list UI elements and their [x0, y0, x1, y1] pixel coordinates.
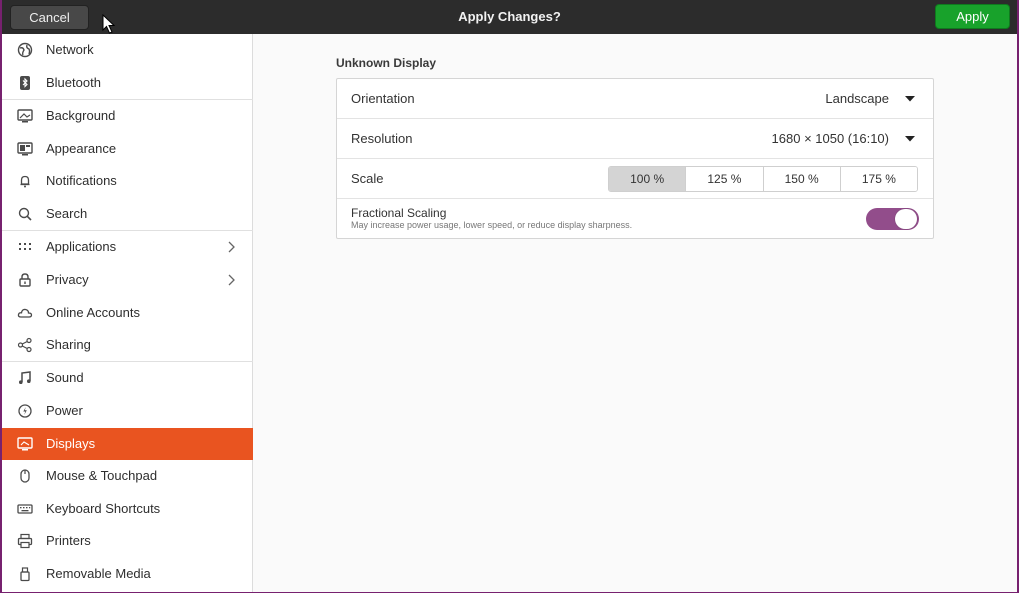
- sidebar-item-label: Appearance: [46, 141, 117, 156]
- settings-window: Apply Changes? Cancel Apply Network Blue…: [2, 0, 1017, 592]
- network-icon: [17, 42, 33, 58]
- display-name-heading: Unknown Display: [336, 56, 437, 70]
- cloud-icon: [17, 308, 33, 318]
- sidebar: Network Bluetooth Background Appearance …: [2, 34, 253, 592]
- sidebar-item-keyboard-shortcuts[interactable]: Keyboard Shortcuts: [2, 493, 253, 525]
- display-settings-list: Orientation Landscape Resolution 1680 × …: [336, 78, 934, 239]
- sidebar-item-network[interactable]: Network: [2, 34, 253, 66]
- sidebar-item-label: Sharing: [46, 337, 91, 352]
- scale-option-175[interactable]: 175 %: [840, 167, 917, 191]
- sidebar-item-label: Printers: [46, 533, 91, 548]
- sidebar-item-printers[interactable]: Printers: [2, 525, 253, 557]
- sidebar-item-label: Bluetooth: [46, 75, 101, 90]
- scale-option-150[interactable]: 150 %: [763, 167, 841, 191]
- power-icon: [18, 404, 32, 418]
- sidebar-item-privacy[interactable]: Privacy: [2, 264, 253, 296]
- sidebar-item-label: Keyboard Shortcuts: [46, 501, 161, 516]
- fractional-scaling-title: Fractional Scaling: [351, 206, 447, 220]
- resolution-row[interactable]: Resolution 1680 × 1050 (16:10): [337, 119, 933, 159]
- sidebar-item-background[interactable]: Background: [2, 100, 253, 132]
- chevron-right-icon: [228, 241, 235, 253]
- dialog-title: Apply Changes?: [458, 9, 561, 24]
- sidebar-item-label: Privacy: [46, 272, 89, 287]
- bell-icon: [20, 175, 30, 188]
- sidebar-item-label: Online Accounts: [46, 305, 140, 320]
- background-icon: [17, 109, 33, 123]
- sidebar-item-label: Removable Media: [46, 566, 151, 581]
- music-note-icon: [19, 371, 31, 384]
- mouse-pointer-icon: [102, 14, 116, 34]
- sidebar-item-label: Power: [46, 403, 83, 418]
- sidebar-item-label: Notifications: [46, 173, 117, 188]
- orientation-label: Orientation: [351, 91, 415, 106]
- sidebar-item-label: Search: [46, 206, 88, 221]
- cancel-button[interactable]: Cancel: [10, 5, 89, 30]
- displays-panel: Unknown Display Orientation Landscape Re…: [254, 34, 1017, 592]
- chevron-right-icon: [228, 274, 235, 286]
- sidebar-item-notifications[interactable]: Notifications: [2, 165, 253, 197]
- keyboard-icon: [17, 504, 33, 514]
- display-icon: [17, 437, 33, 451]
- sidebar-item-bluetooth[interactable]: Bluetooth: [2, 67, 253, 99]
- sidebar-item-search[interactable]: Search: [2, 198, 253, 230]
- scale-row: Scale 100 % 125 % 150 % 175 %: [337, 159, 933, 199]
- sidebar-item-appearance[interactable]: Appearance: [2, 133, 253, 165]
- search-icon: [18, 207, 32, 221]
- resolution-value[interactable]: 1680 × 1050 (16:10): [772, 119, 889, 159]
- printer-icon: [17, 533, 33, 549]
- orientation-value[interactable]: Landscape: [825, 79, 889, 119]
- dropdown-arrow-icon[interactable]: [905, 96, 915, 102]
- fractional-scaling-toggle[interactable]: [866, 208, 919, 230]
- sidebar-item-label: Mouse & Touchpad: [46, 468, 158, 483]
- sidebar-item-label: Displays: [46, 436, 96, 451]
- sidebar-item-power[interactable]: Power: [2, 395, 253, 427]
- removable-media-icon: [20, 567, 30, 582]
- sidebar-item-sharing[interactable]: Sharing: [2, 329, 253, 361]
- sidebar-item-label: Applications: [46, 239, 117, 254]
- scale-option-125[interactable]: 125 %: [686, 167, 764, 191]
- bluetooth-icon: [20, 76, 30, 90]
- lock-icon: [19, 273, 31, 287]
- scale-label: Scale: [351, 171, 384, 186]
- mouse-icon: [20, 469, 30, 483]
- toggle-knob: [895, 209, 917, 229]
- dropdown-arrow-icon[interactable]: [905, 136, 915, 142]
- sidebar-item-label: Background: [46, 108, 116, 123]
- sidebar-item-mouse-touchpad[interactable]: Mouse & Touchpad: [2, 460, 253, 492]
- sidebar-item-removable-media[interactable]: Removable Media: [2, 558, 253, 590]
- sidebar-item-online-accounts[interactable]: Online Accounts: [2, 297, 253, 329]
- scale-option-100[interactable]: 100 %: [609, 167, 687, 191]
- fractional-scaling-row: Fractional Scaling May increase power us…: [337, 199, 933, 239]
- sidebar-item-displays[interactable]: Displays: [2, 428, 253, 460]
- orientation-row[interactable]: Orientation Landscape: [337, 79, 933, 119]
- sidebar-item-sound[interactable]: Sound: [2, 362, 253, 394]
- sidebar-item-label: Network: [46, 42, 94, 57]
- apply-button[interactable]: Apply: [935, 4, 1010, 29]
- sidebar-item-label: Sound: [46, 370, 84, 385]
- fractional-scaling-subtitle: May increase power usage, lower speed, o…: [351, 220, 633, 230]
- scale-selector: 100 % 125 % 150 % 175 %: [608, 166, 918, 192]
- share-icon: [17, 337, 32, 353]
- appearance-icon: [17, 142, 33, 156]
- resolution-label: Resolution: [351, 131, 413, 146]
- sidebar-item-applications[interactable]: Applications: [2, 231, 253, 263]
- grid-icon: [19, 243, 31, 250]
- header-bar: Apply Changes? Cancel Apply: [2, 0, 1017, 34]
